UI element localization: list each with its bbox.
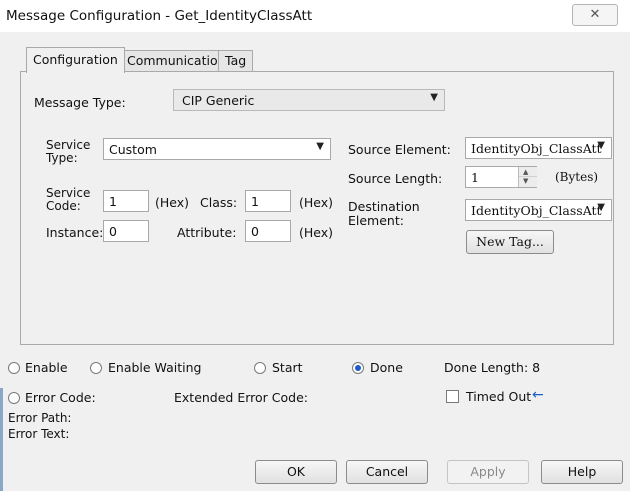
start-label: Start bbox=[272, 360, 303, 375]
cancel-button[interactable]: Cancel bbox=[346, 460, 428, 484]
help-button[interactable]: Help bbox=[541, 460, 623, 484]
source-length-input[interactable]: 1 ▲ ▼ bbox=[465, 166, 537, 188]
destination-element-value: IdentityObj_ClassAtt bbox=[471, 203, 602, 218]
attribute-input[interactable]: 0 bbox=[245, 220, 291, 242]
tab-communication[interactable]: Communication bbox=[120, 50, 233, 71]
class-hex-label: (Hex) bbox=[299, 195, 334, 210]
close-button[interactable]: ✕ bbox=[572, 4, 618, 26]
apply-button[interactable]: Apply bbox=[447, 460, 529, 484]
bytes-label: (Bytes) bbox=[555, 170, 599, 184]
error-code-label: Error Code: bbox=[25, 390, 96, 405]
chevron-down-icon: ▼ bbox=[597, 140, 605, 151]
message-type-select[interactable]: CIP Generic ▼ bbox=[173, 89, 445, 111]
instance-input[interactable]: 0 bbox=[103, 220, 149, 242]
error-text-label: Error Text: bbox=[8, 427, 70, 441]
destination-element-label: Destination Element: bbox=[348, 199, 420, 228]
extended-error-code-label: Extended Error Code: bbox=[174, 390, 308, 405]
chevron-down-icon: ▼ bbox=[430, 92, 438, 103]
source-length-label: Source Length: bbox=[348, 171, 443, 186]
enable-radio bbox=[8, 362, 20, 374]
attribute-hex-label: (Hex) bbox=[299, 225, 334, 240]
arrow-left-icon: ← bbox=[532, 387, 544, 403]
error-path-label: Error Path: bbox=[8, 411, 72, 425]
tab-configuration[interactable]: Configuration bbox=[26, 47, 125, 73]
enable-label: Enable bbox=[25, 360, 68, 375]
chevron-down-icon: ▼ bbox=[316, 141, 324, 152]
timed-out-label: Timed Out bbox=[466, 389, 532, 404]
done-length-label: Done Length: 8 bbox=[444, 360, 541, 375]
service-type-value: Custom bbox=[109, 142, 157, 157]
spinner-icon[interactable]: ▲ ▼ bbox=[518, 167, 537, 187]
ok-button[interactable]: OK bbox=[255, 460, 337, 484]
tab-tag[interactable]: Tag bbox=[218, 50, 254, 71]
close-icon: ✕ bbox=[589, 7, 601, 22]
class-label: Class: bbox=[200, 195, 238, 210]
source-element-select[interactable]: IdentityObj_ClassAtt ▼ bbox=[465, 137, 612, 159]
source-element-label: Source Element: bbox=[348, 142, 451, 157]
service-code-label: Service Code: bbox=[46, 186, 91, 213]
service-type-label: Service Type: bbox=[46, 138, 91, 165]
timed-out-checkbox bbox=[446, 390, 459, 403]
start-radio bbox=[254, 362, 266, 374]
chevron-down-icon: ▼ bbox=[597, 202, 605, 213]
service-code-input[interactable]: 1 bbox=[103, 190, 149, 212]
enable-waiting-radio bbox=[90, 362, 102, 374]
service-code-hex-label: (Hex) bbox=[155, 195, 190, 210]
error-code-radio bbox=[8, 392, 20, 404]
enable-waiting-label: Enable Waiting bbox=[108, 360, 202, 375]
service-type-select[interactable]: Custom ▼ bbox=[103, 138, 331, 160]
destination-element-select[interactable]: IdentityObj_ClassAtt ▼ bbox=[465, 199, 612, 221]
source-element-value: IdentityObj_ClassAtt bbox=[471, 141, 602, 156]
window-title: Message Configuration - Get_IdentityClas… bbox=[6, 8, 313, 24]
new-tag-button[interactable]: New Tag... bbox=[466, 230, 554, 254]
instance-label: Instance: bbox=[46, 225, 104, 240]
message-type-label: Message Type: bbox=[34, 95, 126, 110]
done-radio bbox=[352, 362, 364, 374]
attribute-label: Attribute: bbox=[177, 225, 237, 240]
window-edge bbox=[0, 388, 3, 491]
done-label: Done bbox=[370, 360, 403, 375]
class-input[interactable]: 1 bbox=[245, 190, 291, 212]
message-type-value: CIP Generic bbox=[182, 93, 255, 108]
